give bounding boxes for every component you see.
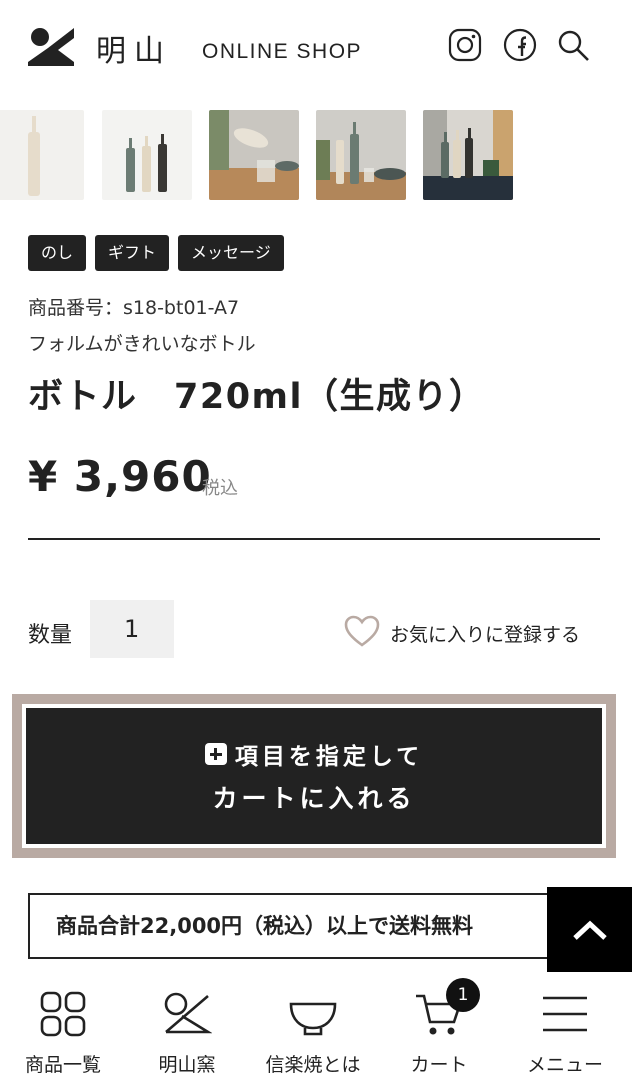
nav-label-products: 商品一覧 bbox=[24, 1054, 101, 1076]
kiln-logo-icon bbox=[164, 992, 212, 1034]
logo-kanji[interactable]: 明山 bbox=[96, 26, 172, 70]
site-header: 明山 ONLINE SHOP bbox=[0, 0, 632, 96]
product-price: ¥ 3,960 bbox=[28, 452, 212, 501]
quantity-label: 数量 bbox=[28, 623, 73, 648]
back-to-top-button[interactable] bbox=[547, 887, 632, 972]
thumbnail-image[interactable] bbox=[423, 110, 513, 200]
thumbnail-image[interactable] bbox=[0, 110, 84, 200]
tax-label: 税込 bbox=[202, 478, 238, 499]
add-to-cart-button[interactable]: 項目を指定して カートに入れる bbox=[22, 704, 606, 848]
plus-square-icon bbox=[204, 743, 227, 765]
nav-label-kiln: 明山窯 bbox=[158, 1054, 216, 1076]
nav-item-products[interactable]: 商品一覧 bbox=[0, 972, 126, 1084]
cart-button-line1: 項目を指定して bbox=[234, 744, 424, 770]
free-shipping-banner: 商品合計22,000円（税込）以上で送料無料 bbox=[28, 893, 558, 959]
brand-logo-icon[interactable] bbox=[28, 26, 76, 66]
instagram-icon[interactable] bbox=[448, 28, 482, 62]
bottom-navigation: 商品一覧 明山窯 信楽焼とは 1 カート メニュー bbox=[0, 972, 632, 1084]
chevron-up-icon bbox=[572, 920, 607, 940]
favorite-button[interactable]: お気に入りに登録する bbox=[344, 614, 580, 647]
grid-icon bbox=[40, 991, 86, 1037]
tag-noshi: のし bbox=[28, 235, 87, 271]
thumbnail-image[interactable] bbox=[316, 110, 406, 200]
tag-gift: ギフト bbox=[95, 235, 170, 271]
bowl-icon bbox=[289, 1002, 337, 1036]
facebook-icon[interactable] bbox=[503, 28, 537, 62]
thumbnail-image[interactable] bbox=[209, 110, 299, 200]
nav-item-menu[interactable]: メニュー bbox=[502, 972, 628, 1084]
cart-button-line2: カートに入れる bbox=[212, 784, 416, 813]
nav-item-cart[interactable]: 1 カート bbox=[376, 972, 502, 1084]
nav-item-kiln[interactable]: 明山窯 bbox=[124, 972, 250, 1084]
thumbnail-image[interactable] bbox=[102, 110, 192, 200]
cart-count-badge: 1 bbox=[446, 978, 480, 1012]
search-icon[interactable] bbox=[556, 28, 590, 62]
product-number: 商品番号：s18-bt01-A7 bbox=[28, 297, 240, 319]
hamburger-icon bbox=[543, 996, 587, 1032]
favorite-label: お気に入りに登録する bbox=[390, 624, 581, 646]
product-title: ボトル 720ml（生成り） bbox=[28, 377, 486, 417]
product-description: フォルムがきれいなボトル bbox=[28, 333, 256, 355]
nav-label-cart: カート bbox=[410, 1054, 468, 1076]
heart-icon bbox=[344, 615, 380, 647]
divider bbox=[28, 538, 600, 540]
product-tags: のし ギフト メッセージ bbox=[28, 235, 284, 271]
nav-item-shigaraki[interactable]: 信楽焼とは bbox=[250, 972, 376, 1084]
add-to-cart-frame: 項目を指定して カートに入れる bbox=[12, 694, 616, 858]
logo-subtitle[interactable]: ONLINE SHOP bbox=[202, 40, 362, 64]
thumbnail-strip bbox=[0, 110, 632, 202]
tag-message: メッセージ bbox=[178, 235, 284, 271]
nav-label-menu: メニュー bbox=[526, 1054, 603, 1076]
nav-label-shigaraki: 信楽焼とは bbox=[265, 1054, 361, 1076]
quantity-input[interactable]: 1 bbox=[90, 600, 174, 658]
